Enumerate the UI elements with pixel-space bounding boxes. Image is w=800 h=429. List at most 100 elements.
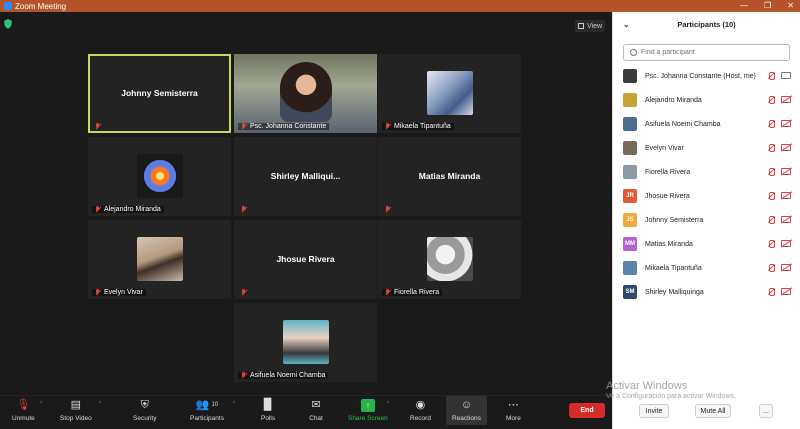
video-off-icon[interactable] [781, 240, 791, 247]
unmute-button[interactable]: 🎙 Unmute [12, 399, 35, 422]
tile-name: Jhosue Rivera [276, 254, 335, 264]
participant-name: Alejandro Miranda [645, 96, 702, 104]
polls-icon: ▉ [263, 399, 273, 411]
participants-options-caret-icon[interactable]: ˆ [233, 402, 235, 409]
video-off-icon[interactable] [781, 264, 791, 271]
video-feed [234, 54, 377, 133]
tile-label: Alejandro Miranda [92, 206, 164, 213]
video-off-icon[interactable] [781, 216, 791, 223]
view-button[interactable]: View [575, 20, 605, 32]
video-off-icon[interactable] [781, 144, 791, 151]
record-button[interactable]: ◉ Record [410, 399, 431, 422]
participant-name: Shirley Malliquinga [645, 288, 704, 296]
zoom-logo-icon [4, 2, 12, 10]
video-off-icon[interactable] [781, 120, 791, 127]
participant-row[interactable]: SM Shirley Malliquinga [613, 280, 800, 304]
participant-search[interactable] [623, 44, 790, 61]
muted-mic-icon [241, 372, 247, 379]
polls-button[interactable]: ▉ Polls [261, 399, 275, 422]
muted-mic-icon[interactable] [767, 144, 775, 152]
chevron-down-icon[interactable]: ⌄ [623, 20, 630, 29]
security-button[interactable]: ⛨ Security [133, 399, 156, 422]
video-camera-icon[interactable] [781, 72, 791, 79]
share-screen-button[interactable]: ↑ Share Screen [348, 399, 388, 422]
panel-title: Participants (10) [677, 20, 736, 29]
muted-mic-icon[interactable] [767, 288, 775, 296]
video-off-icon[interactable] [781, 168, 791, 175]
video-off-icon[interactable] [781, 192, 791, 199]
video-tile[interactable]: Johnny Semisterra [88, 54, 231, 133]
video-options-caret-icon[interactable]: ˆ [99, 402, 101, 409]
participant-row[interactable]: Mikaela Tipantuña [613, 256, 800, 280]
participant-row[interactable]: MM Matias Miranda [613, 232, 800, 256]
muted-mic-icon [385, 289, 391, 296]
more-button[interactable]: ⋯ More [506, 399, 521, 422]
end-meeting-button[interactable]: End [569, 403, 605, 418]
tile-name: Matias Miranda [418, 171, 481, 181]
participant-row[interactable]: Psc. Johanna Constante (Host, me) [613, 64, 800, 88]
participant-video [280, 62, 332, 122]
share-options-caret-icon[interactable]: ˆ [387, 402, 389, 409]
muted-mic-icon[interactable] [767, 168, 775, 176]
video-tile[interactable]: Matias Miranda [378, 137, 521, 216]
stop-video-button[interactable]: ▤ Stop Video [60, 399, 92, 422]
video-tile[interactable]: Jhosue Rivera [234, 220, 377, 299]
muted-mic-icon[interactable] [767, 240, 775, 248]
video-tile[interactable]: Fiorella Rivera [378, 220, 521, 299]
tile-label: Fiorella Rivera [382, 289, 443, 296]
participants-button[interactable]: 👥 10 Participants [190, 399, 224, 422]
chat-button[interactable]: ✉ Chat [309, 399, 323, 422]
invite-button[interactable]: Invite [639, 404, 669, 418]
avatar [623, 261, 637, 275]
tile-label: Asifuela Noemi Chamba [238, 372, 329, 379]
encryption-shield-icon[interactable] [4, 19, 12, 29]
participant-row[interactable]: Alejandro Miranda [613, 88, 800, 112]
panel-header: ⌄ Participants (10) [613, 12, 800, 37]
mute-all-button[interactable]: Mute All [695, 404, 731, 418]
participant-list: Psc. Johanna Constante (Host, me) Alejand… [613, 64, 800, 304]
participant-status-icons [767, 144, 791, 152]
meeting-toolbar: 🎙 Unmute ˆ ▤ Stop Video ˆ ⛨ Security 👥 10… [0, 395, 612, 429]
participants-icon: 👥 10 [195, 399, 219, 411]
video-tile[interactable]: Psc. Johanna Constante [234, 54, 377, 133]
participant-row[interactable]: Evelyn Vivar [613, 136, 800, 160]
muted-mic-icon[interactable] [767, 264, 775, 272]
muted-mic-icon[interactable] [767, 192, 775, 200]
tile-label [238, 206, 250, 213]
participant-status-icons [767, 192, 791, 200]
avatar: SM [623, 285, 637, 299]
muted-mic-icon[interactable] [767, 120, 775, 128]
participant-name: Evelyn Vivar [645, 144, 684, 152]
avatar [426, 71, 473, 115]
participant-row[interactable]: Fiorella Rivera [613, 160, 800, 184]
muted-mic-icon [95, 206, 101, 213]
participant-name: Jhosue Rivera [645, 192, 690, 200]
zoom-app: Zoom Meeting — ❐ ✕ View Johnny Semisterr… [0, 0, 800, 429]
minimize-icon[interactable]: — [740, 0, 748, 12]
muted-mic-icon[interactable] [767, 72, 775, 80]
participant-row[interactable]: Asifuela Noemi Chamba [613, 112, 800, 136]
reactions-button[interactable]: ☺ Reactions [446, 396, 487, 425]
close-icon[interactable]: ✕ [787, 0, 794, 12]
video-tile[interactable]: Alejandro Miranda [88, 137, 231, 216]
maximize-icon[interactable]: ❐ [764, 0, 771, 12]
participant-row[interactable]: JS Johnny Semisterra [613, 208, 800, 232]
video-tile[interactable]: Evelyn Vivar [88, 220, 231, 299]
avatar [136, 154, 183, 198]
video-tile[interactable]: Shirley Malliqui... [234, 137, 377, 216]
watermark-title: Activar Windows [606, 380, 688, 392]
tile-name: Johnny Semisterra [121, 88, 198, 98]
video-tile[interactable]: Mikaela Tipantuña [378, 54, 521, 133]
more-options-button[interactable]: ... [759, 404, 773, 418]
muted-mic-icon[interactable] [767, 96, 775, 104]
audio-options-caret-icon[interactable]: ˆ [40, 402, 42, 409]
video-tile[interactable]: Asifuela Noemi Chamba [234, 303, 377, 382]
avatar: MM [623, 237, 637, 251]
view-label: View [586, 22, 603, 30]
participant-row[interactable]: JR Jhosue Rivera [613, 184, 800, 208]
video-off-icon[interactable] [781, 288, 791, 295]
watermark-subtitle: Ve a Configuración para activar Windows. [606, 393, 736, 400]
search-input[interactable] [641, 49, 781, 56]
muted-mic-icon[interactable] [767, 216, 775, 224]
video-off-icon[interactable] [781, 96, 791, 103]
